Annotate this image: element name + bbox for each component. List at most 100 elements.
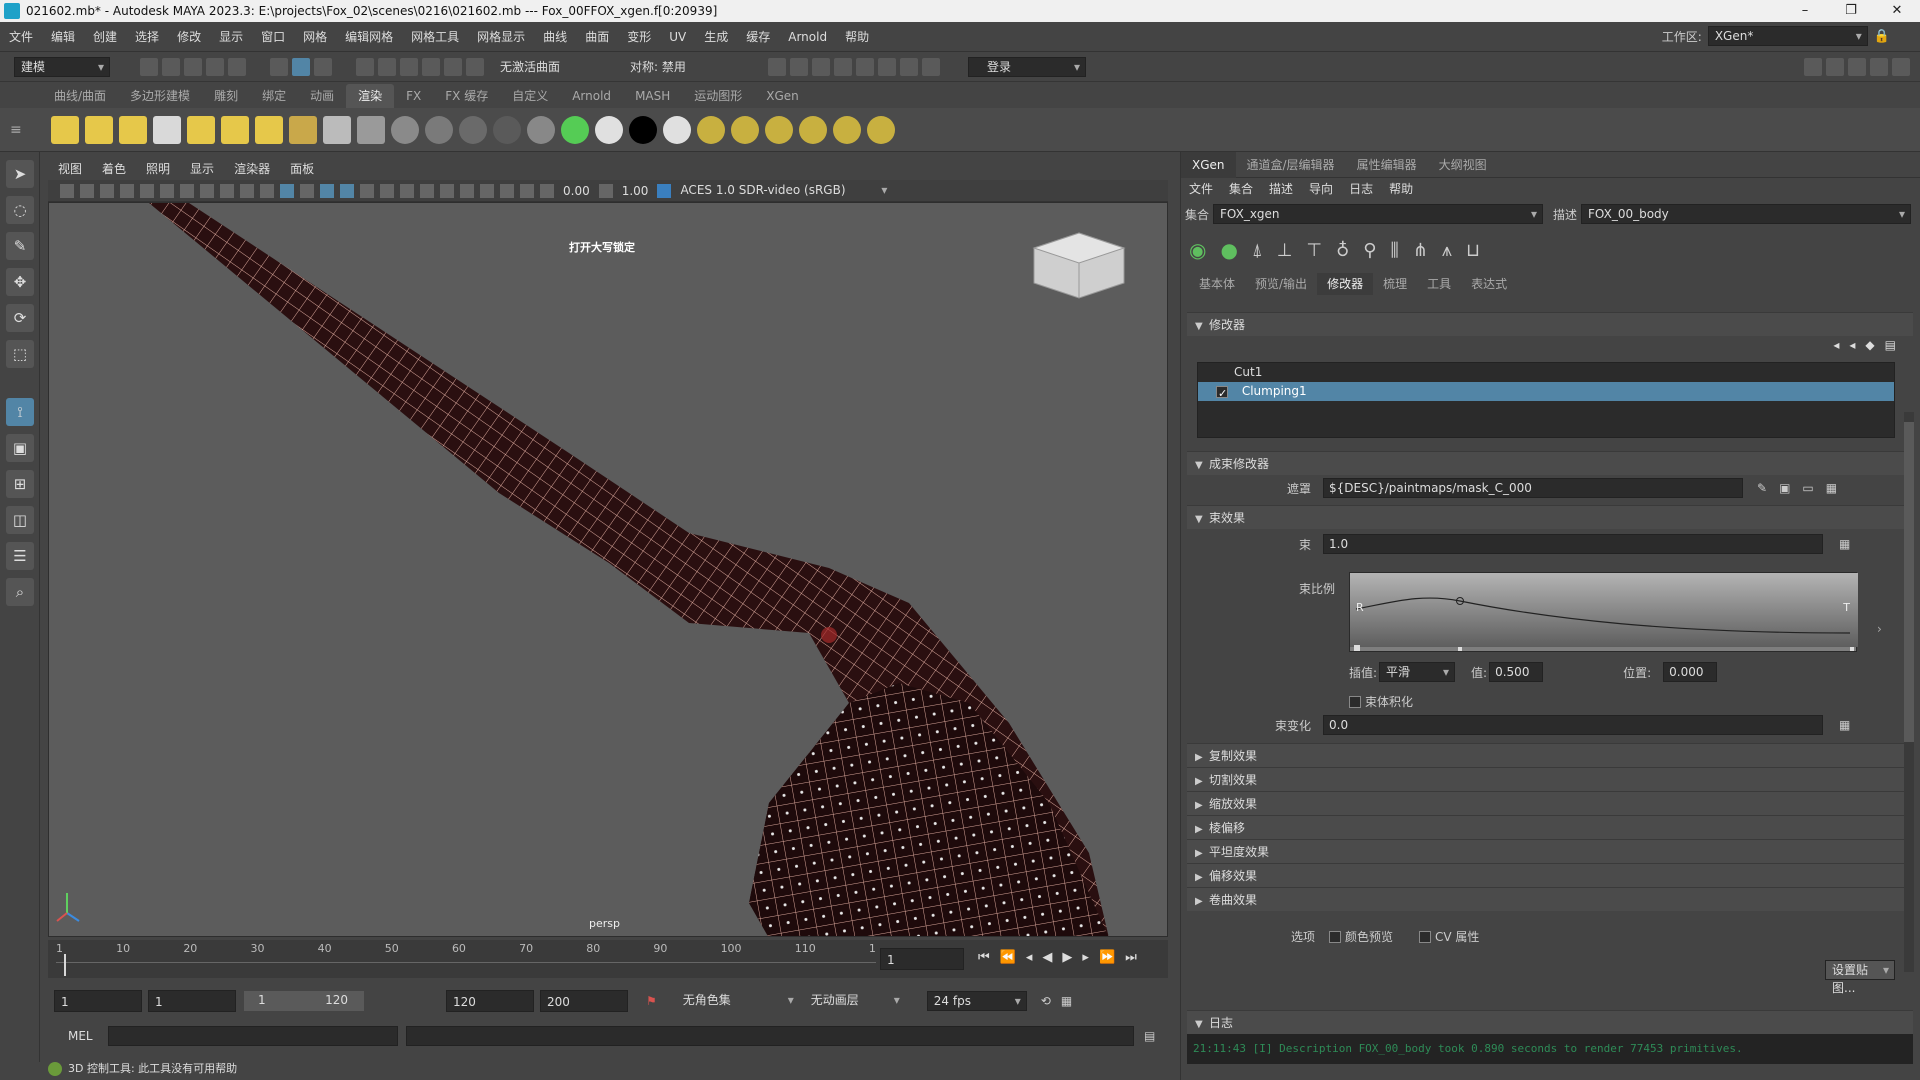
gate-mask-icon[interactable] — [200, 183, 214, 198]
grid-icon[interactable] — [140, 183, 154, 198]
shelf-tool-icon[interactable] — [153, 115, 181, 144]
normalize-guide-icon[interactable]: ⫼ — [1390, 240, 1398, 261]
viewport-menu-show[interactable]: 显示 — [180, 158, 224, 180]
menu-create[interactable]: 创建 — [84, 22, 126, 52]
anim-end-field[interactable]: 200 — [540, 990, 628, 1012]
film-gate-icon[interactable] — [160, 183, 174, 198]
flatness-effect-section[interactable]: ▶ 平坦度效果 — [1187, 839, 1913, 863]
select-object-icon[interactable] — [292, 57, 310, 76]
ambient-occlusion-icon[interactable] — [420, 183, 434, 198]
render-setup-icon[interactable] — [878, 57, 896, 76]
clump-scale-ramp[interactable]: R T — [1349, 572, 1858, 652]
lock-icon[interactable]: 🔒 — [1874, 29, 1890, 44]
setup-maps-button[interactable]: 设置贴图... — [1825, 960, 1895, 995]
cut-effect-section[interactable]: ▶ 切割效果 — [1187, 767, 1913, 791]
value-field[interactable]: 0.500 — [1489, 662, 1544, 682]
position-field[interactable]: 0.000 — [1663, 662, 1718, 682]
cv-attr-checkbox[interactable] — [1419, 930, 1432, 943]
modifier-item-cut[interactable]: Cut1 — [1198, 363, 1894, 382]
menu-edit[interactable]: 编辑 — [42, 22, 84, 52]
tool-settings-icon[interactable] — [1870, 58, 1888, 76]
attribute-editor-icon[interactable] — [1848, 58, 1866, 76]
move-tool-icon[interactable]: ✥ — [6, 268, 34, 296]
menu-mesh-display[interactable]: 网格显示 — [468, 22, 534, 52]
shelf-tool-icon[interactable] — [459, 115, 487, 144]
scale-effect-section[interactable]: ▶ 缩放效果 — [1187, 791, 1913, 815]
xgen-menu-file[interactable]: 文件 — [1181, 178, 1221, 200]
menu-arnold[interactable]: Arnold — [779, 22, 836, 52]
redo-icon[interactable] — [228, 57, 246, 76]
colorspace-dropdown[interactable]: ACES 1.0 SDR-video (sRGB) — [674, 180, 893, 201]
default-material-icon[interactable] — [300, 183, 314, 198]
menu-uv[interactable]: UV — [660, 22, 695, 52]
shelf-tool-icon[interactable] — [119, 115, 147, 144]
gamma-icon[interactable] — [598, 183, 613, 198]
go-to-end-icon[interactable]: ⏭ — [1125, 950, 1137, 965]
single-pane-layout-icon[interactable]: ▣ — [6, 434, 34, 462]
open-folder-icon[interactable]: ▭ — [1802, 481, 1813, 495]
clump-options-icon[interactable]: ▦ — [1839, 537, 1850, 551]
channel-box-icon[interactable] — [1892, 58, 1910, 76]
paint-select-tool-icon[interactable]: ✎ — [6, 232, 34, 260]
symmetry-field[interactable]: 对称: 禁用 — [630, 58, 730, 75]
bookmark-icon[interactable] — [100, 183, 114, 198]
wireframe-icon[interactable] — [260, 183, 274, 198]
log-section-header[interactable]: ▼ 日志 — [1187, 1010, 1913, 1034]
tab-attribute-editor[interactable]: 属性编辑器 — [1346, 152, 1428, 178]
fps-dropdown[interactable]: 24 fps — [926, 991, 1027, 1011]
scrollbar-thumb[interactable] — [1904, 422, 1914, 742]
shelf-tool-icon[interactable] — [221, 115, 249, 144]
shelf-tool-icon[interactable] — [527, 115, 555, 144]
field-chart-icon[interactable] — [220, 183, 234, 198]
clump-variation-field[interactable]: 0.0 — [1323, 715, 1823, 735]
menu-display[interactable]: 显示 — [210, 22, 252, 52]
shelf-tool-icon[interactable] — [51, 115, 79, 144]
shelf-tool-icon[interactable] — [697, 115, 725, 144]
render-settings-icon[interactable] — [834, 57, 852, 76]
menu-help[interactable]: 帮助 — [836, 22, 878, 52]
shelf-menu-icon[interactable]: ≡ — [10, 122, 34, 138]
shelf-tab-rigging[interactable]: 绑定 — [250, 84, 298, 108]
anti-alias-icon[interactable] — [460, 183, 474, 198]
current-time-marker[interactable] — [64, 954, 66, 976]
move-guide-icon[interactable]: ⊥ — [1277, 240, 1293, 261]
open-scene-icon[interactable] — [162, 57, 180, 76]
tab-xgen[interactable]: XGen — [1181, 151, 1236, 178]
menu-cache[interactable]: 缓存 — [737, 22, 779, 52]
modeling-toolkit-icon[interactable] — [1804, 58, 1822, 76]
shelf-tool-icon[interactable] — [629, 115, 657, 144]
shelf-tool-icon[interactable] — [595, 115, 623, 144]
shelf-tab-xgen[interactable]: XGen — [754, 84, 811, 108]
viewport-menu-shading[interactable]: 着色 — [92, 158, 136, 180]
play-forward-icon[interactable]: ▶ — [1062, 950, 1072, 965]
gamma-field[interactable]: 1.00 — [622, 184, 649, 198]
shelf-tool-icon[interactable] — [425, 115, 453, 144]
xgen-groom-tool-icon[interactable]: ⟟ — [6, 398, 34, 426]
menu-edit-mesh[interactable]: 编辑网格 — [336, 22, 402, 52]
xgen-menu-description[interactable]: 描述 — [1261, 178, 1301, 200]
map-options-icon[interactable]: ▦ — [1826, 481, 1837, 495]
lighting-icon[interactable] — [380, 183, 394, 198]
go-to-start-icon[interactable]: ⏮ — [978, 950, 990, 965]
guides-to-curves-icon[interactable]: ⊔ — [1466, 240, 1480, 261]
menu-deform[interactable]: 变形 — [618, 22, 660, 52]
interp-dropdown[interactable]: 平滑 — [1379, 662, 1456, 682]
preview-eye-icon[interactable]: ◉ — [1189, 238, 1206, 262]
shelf-tool-icon[interactable] — [731, 115, 759, 144]
command-language-label[interactable]: MEL — [68, 1029, 108, 1043]
restore-button[interactable]: ❐ — [1828, 0, 1874, 22]
outliner-layout-icon[interactable]: ☰ — [6, 542, 34, 570]
step-back-frame-icon[interactable]: ◂ — [1026, 950, 1033, 965]
shelf-tool-icon[interactable] — [391, 115, 419, 144]
xgen-menu-log[interactable]: 日志 — [1341, 178, 1381, 200]
shelf-tab-fx[interactable]: FX — [394, 84, 433, 108]
expression-editor-icon[interactable]: ✎ — [1757, 481, 1767, 495]
lasso-tool-icon[interactable]: ◌ — [6, 196, 34, 224]
camera-lock-icon[interactable] — [80, 183, 94, 198]
move-down-icon[interactable]: ◂ — [1849, 338, 1855, 352]
step-forward-key-icon[interactable]: ⏩ — [1099, 950, 1115, 965]
clump-variation-options-icon[interactable]: ▦ — [1839, 718, 1850, 732]
viewport-menu-view[interactable]: 视图 — [48, 158, 92, 180]
shelf-tool-icon[interactable] — [323, 115, 351, 144]
select-tool-icon[interactable]: ➤ — [6, 160, 34, 188]
